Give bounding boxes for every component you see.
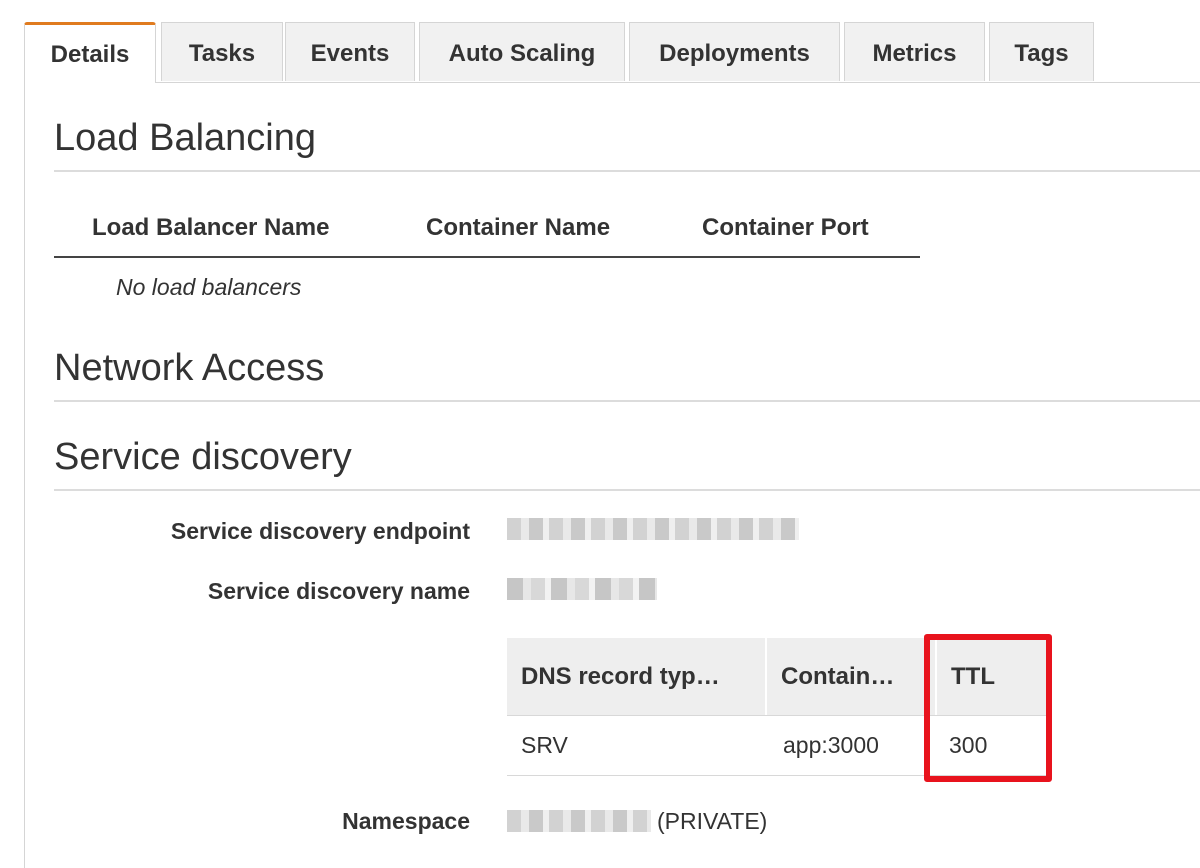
tab-bar: Details Tasks Events Auto Scaling Deploy… [24,22,1200,83]
tab-auto-scaling[interactable]: Auto Scaling [419,22,625,81]
network-access-heading: Network Access [54,347,325,389]
service-discovery-endpoint-label: Service discovery endpoint [170,518,470,544]
lb-column-container-port: Container Port [702,214,869,241]
lb-empty-message: No load balancers [116,274,302,300]
dns-column-container-label: Contain… [781,662,895,690]
tab-events[interactable]: Events [285,22,415,81]
service-details-page: Details Tasks Events Auto Scaling Deploy… [0,0,1200,868]
tab-details[interactable]: Details [24,22,156,83]
load-balancing-rule [54,170,1200,172]
tab-deployments[interactable]: Deployments [629,22,840,81]
redacted-endpoint-value [507,518,799,540]
tab-tasks[interactable]: Tasks [161,22,283,81]
dns-cell-record-type: SRV [521,731,568,758]
service-discovery-rule [54,489,1200,491]
service-discovery-name-label: Service discovery name [207,578,470,604]
load-balancing-heading: Load Balancing [54,117,316,159]
redacted-name-value [507,578,657,600]
namespace-visibility: (PRIVATE) [657,808,768,834]
dns-cell-container: app:3000 [783,731,879,758]
tab-tags[interactable]: Tags [989,22,1094,81]
namespace-label: Namespace [342,808,470,834]
redacted-namespace-value [507,810,651,832]
dns-column-record-type[interactable]: DNS record typ… [507,638,767,716]
ttl-highlight-box [924,634,1052,782]
tab-baseline [24,82,1200,83]
tab-metrics[interactable]: Metrics [844,22,985,81]
lb-column-container-name: Container Name [426,214,611,241]
lb-column-load-balancer-name: Load Balancer Name [92,214,330,241]
lb-header-rule [54,256,920,258]
panel-left-border [24,82,25,868]
service-discovery-heading: Service discovery [54,436,352,478]
network-access-rule [54,400,1200,402]
dns-column-record-type-label: DNS record typ… [521,662,720,690]
dns-column-container[interactable]: Contain… [767,638,937,716]
